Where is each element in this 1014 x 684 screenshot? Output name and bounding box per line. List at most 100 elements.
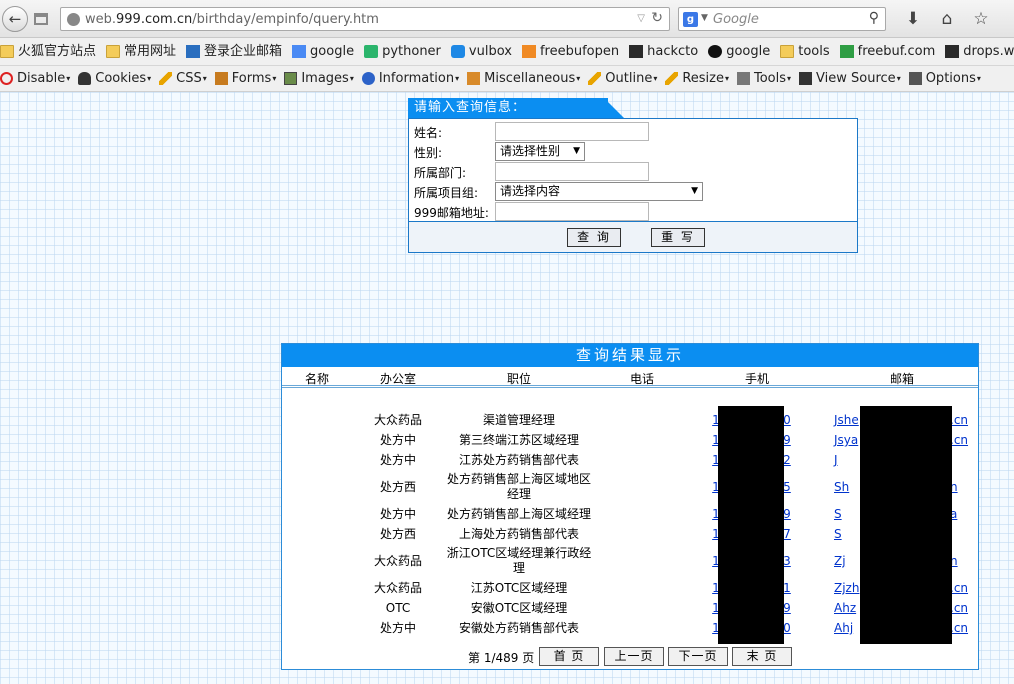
bookmark-7[interactable]: hackcto <box>629 38 698 65</box>
first-page-button[interactable]: 首 页 <box>539 647 599 666</box>
cell-email-link-end[interactable]: a <box>950 507 970 522</box>
devtool-menu-9[interactable]: Tools▾ <box>737 66 791 91</box>
toolbar-icons: ⬇ ⌂ ☆ <box>896 8 998 30</box>
cell-position: 第三终端江苏区域经理 <box>458 433 579 447</box>
cell-position: 浙江OTC区域经理兼行政经理 <box>446 546 592 575</box>
devtool-label: View Source <box>816 71 896 86</box>
image-icon <box>284 72 298 85</box>
devtool-menu-10[interactable]: View Source▾ <box>799 66 901 91</box>
devtool-menu-5[interactable]: Information▾ <box>361 66 460 91</box>
query-title: 请输入查询信息： <box>408 98 608 118</box>
cell-position: 江苏OTC区域经理 <box>470 581 568 595</box>
devtool-menu-4[interactable]: Images▾ <box>284 66 354 91</box>
email-input[interactable] <box>495 202 649 221</box>
devtool-label: Options <box>925 71 976 86</box>
col-phone: 电话 <box>629 372 654 386</box>
python-icon <box>364 45 379 58</box>
clipboard-icon <box>214 72 228 85</box>
cell-office: 处方中 <box>379 453 416 467</box>
devtool-label: Information <box>378 71 455 86</box>
bookmark-1[interactable]: 常用网址 <box>106 38 176 65</box>
cell-email-link-end[interactable]: .cn <box>950 601 970 616</box>
cell-email-link-end[interactable]: .cn <box>950 413 970 428</box>
url-bar[interactable]: web.999.com.cn/birthday/empinfo/query.ht… <box>60 7 670 31</box>
bookmark-5[interactable]: vulbox <box>450 38 512 65</box>
search-engine-dropdown-icon[interactable]: ▼ <box>701 13 708 23</box>
prev-page-button[interactable]: 上一页 <box>604 647 664 666</box>
source-icon <box>799 72 813 85</box>
department-input[interactable] <box>495 162 649 181</box>
reset-button[interactable]: 重 写 <box>651 228 705 247</box>
back-arrow-icon[interactable]: ← <box>2 6 28 32</box>
cell-office: 处方中 <box>379 507 416 521</box>
cell-email-link-end[interactable]: n <box>950 480 970 495</box>
cell-email-link-end[interactable]: .cn <box>950 621 970 636</box>
devtool-menu-8[interactable]: Resize▾ <box>665 66 729 91</box>
cell-position: 处方药销售部上海区域地区经理 <box>446 472 591 501</box>
bookmark-9[interactable]: tools <box>780 38 830 65</box>
bookmark-0[interactable]: 火狐官方站点 <box>0 38 97 65</box>
project-group-select-value: 请选择内容 <box>500 184 561 198</box>
search-input[interactable]: Google <box>713 12 759 27</box>
col-email: 邮箱 <box>889 372 914 386</box>
freebuf-icon <box>521 45 536 58</box>
url-dropdown-icon[interactable]: ▽ <box>637 13 645 24</box>
bookmark-8[interactable]: google <box>708 38 770 65</box>
devtool-menu-3[interactable]: Forms▾ <box>214 66 277 91</box>
gender-label: 性别: <box>414 146 443 160</box>
caret-down-icon: ▾ <box>455 74 460 83</box>
query-button[interactable]: 查 询 <box>567 228 621 247</box>
bookmark-4[interactable]: pythoner <box>364 38 441 65</box>
search-icon[interactable]: ⚲ <box>869 10 879 26</box>
bookmark-11[interactable]: drops.wooyun.org <box>945 38 1014 65</box>
home-icon[interactable]: ⌂ <box>930 8 964 30</box>
devtool-menu-11[interactable]: Options▾ <box>908 66 981 91</box>
pagination: 第 1/489 页 首 页 上一页 下一页 末 页 <box>282 644 978 668</box>
department-row: 所属部门: <box>409 161 857 181</box>
bookmark-6[interactable]: freebufopen <box>521 38 619 65</box>
cell-position: 上海处方药销售部代表 <box>458 527 579 541</box>
query-form: 姓名: 性别: 请选择性别 ▼ 所属部门: 所属项目组: 请选择内容 ▼ 999邮箱… <box>408 118 858 253</box>
search-bar[interactable]: g ▼ Google ⚲ <box>678 7 886 31</box>
devtool-menu-7[interactable]: Outline▾ <box>588 66 657 91</box>
info-icon <box>361 72 375 85</box>
google-icon[interactable]: g <box>683 12 698 27</box>
redaction-email <box>860 406 952 644</box>
devtool-menu-1[interactable]: Cookies▾ <box>78 66 151 91</box>
devtool-menu-0[interactable]: Disable▾ <box>0 66 70 91</box>
bookmark-label: 火狐官方站点 <box>18 44 97 59</box>
cell-email-link-end[interactable]: n <box>950 554 970 569</box>
bookmark-2[interactable]: 登录企业邮箱 <box>186 38 283 65</box>
star-icon[interactable]: ☆ <box>964 8 998 30</box>
bookmark-label: 登录企业邮箱 <box>204 44 283 59</box>
gender-select[interactable]: 请选择性别 ▼ <box>495 142 585 161</box>
bookmark-10[interactable]: freebuf.com <box>839 38 935 65</box>
col-position: 职位 <box>506 372 531 386</box>
cell-position: 处方药销售部上海区域经理 <box>446 507 591 521</box>
devtool-menu-6[interactable]: Miscellaneous▾ <box>467 66 580 91</box>
reload-icon[interactable]: ↻ <box>651 10 663 26</box>
cell-office: 大众药品 <box>373 413 422 427</box>
col-office: 办公室 <box>379 372 416 386</box>
name-input[interactable] <box>495 122 649 141</box>
query-title-tab-slant <box>604 98 624 118</box>
bookmark-3[interactable]: google <box>292 38 354 65</box>
name-label: 姓名: <box>414 126 443 140</box>
caret-down-icon: ▾ <box>976 74 981 83</box>
devtool-label: Cookies <box>95 71 147 86</box>
cell-email-link-end[interactable]: .cn <box>950 433 970 448</box>
wooyun-icon <box>945 45 960 58</box>
gender-row: 性别: 请选择性别 ▼ <box>409 141 857 161</box>
caret-down-icon: ▾ <box>272 74 277 83</box>
next-page-button[interactable]: 下一页 <box>668 647 728 666</box>
cell-email-link-end[interactable]: .cn <box>950 581 970 596</box>
devtool-menu-2[interactable]: CSS▾ <box>159 66 207 91</box>
download-icon[interactable]: ⬇ <box>896 8 930 30</box>
last-page-button[interactable]: 末 页 <box>732 647 792 666</box>
bookmarks-bar: 火狐官方站点 常用网址 登录企业邮箱 google pythoner vulbox free… <box>0 38 1014 66</box>
tabs-icon[interactable] <box>34 13 48 25</box>
cell-position: 江苏处方药销售部代表 <box>458 453 579 467</box>
outline-icon <box>588 72 602 85</box>
project-group-select[interactable]: 请选择内容 ▼ <box>495 182 703 201</box>
url-text[interactable]: web.999.com.cn/birthday/empinfo/query.ht… <box>85 12 379 27</box>
